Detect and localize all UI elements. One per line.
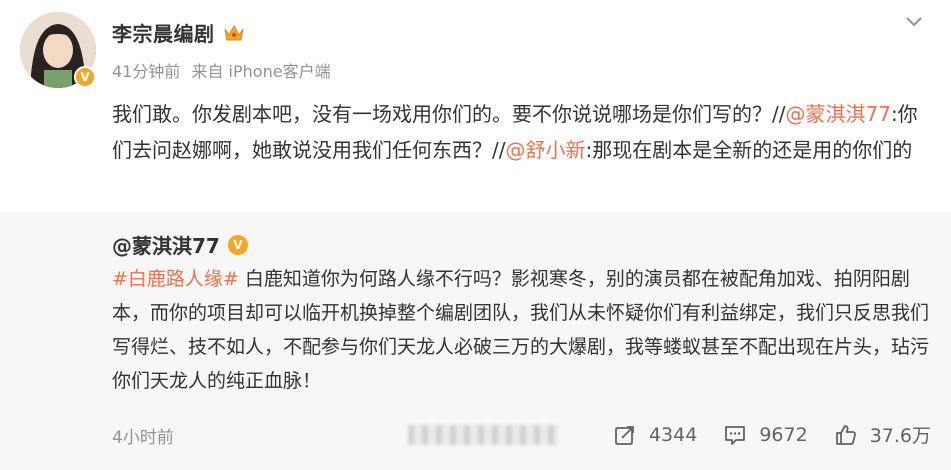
author-header: 李宗晨编剧 — [112, 18, 245, 47]
action-bar: 4344 9672 37.6万 — [587, 421, 931, 448]
post-text-segment: 我们敢。你发剧本吧，没有一场戏用你们的。要不你说说哪场是你们写的？// — [112, 102, 786, 126]
repost-author-name[interactable]: @蒙淇淇77 — [112, 230, 220, 259]
repost-footer: 4小时前 4344 9672 37.6万 — [0, 415, 951, 455]
blurred-region — [408, 425, 558, 445]
comment-button[interactable]: 9672 — [723, 423, 808, 447]
comment-count: 9672 — [759, 423, 808, 446]
hashtag-link[interactable]: #白鹿路人缘# — [112, 268, 239, 290]
weibo-post-card: V 李宗晨编剧 41分钟前 来自 iPhone客户端 我们敢。你发剧本吧，没有一… — [0, 0, 951, 470]
repost-button[interactable]: 4344 — [613, 423, 697, 447]
repost-content: #白鹿路人缘# 白鹿知道你为何路人缘不行吗？影视寒冬，别的演员都在被配角加戏、拍… — [112, 262, 932, 398]
crown-icon — [224, 24, 243, 40]
post-meta: 41分钟前 来自 iPhone客户端 — [112, 58, 337, 82]
repost-count: 4344 — [648, 423, 698, 446]
like-button[interactable]: 37.6万 — [834, 421, 931, 448]
like-count: 37.6万 — [869, 425, 931, 447]
post-content: 我们敢。你发剧本吧，没有一场戏用你们的。要不你说说哪场是你们写的？//@蒙淇淇7… — [112, 96, 932, 168]
repost-author-header: @蒙淇淇77 V — [112, 230, 248, 259]
author-name[interactable]: 李宗晨编剧 — [112, 18, 215, 47]
comment-icon — [725, 425, 746, 445]
chevron-down-icon[interactable] — [905, 16, 923, 28]
avatar[interactable]: V — [20, 12, 96, 88]
post-time[interactable]: 41分钟前 — [112, 62, 180, 81]
verified-badge-icon: V — [227, 234, 248, 255]
post-text-segment: :那现在剧本是全新的还是用的你们的 — [585, 138, 913, 162]
mention-link[interactable]: @舒小新 — [505, 138, 585, 162]
repost-time[interactable]: 4小时前 — [112, 423, 174, 448]
thumbs-up-icon — [835, 424, 856, 445]
mention-link[interactable]: @蒙淇淇77 — [785, 102, 890, 126]
share-icon — [615, 425, 634, 445]
post-source: 来自 iPhone客户端 — [191, 62, 331, 81]
verified-badge-icon: V — [74, 66, 96, 88]
